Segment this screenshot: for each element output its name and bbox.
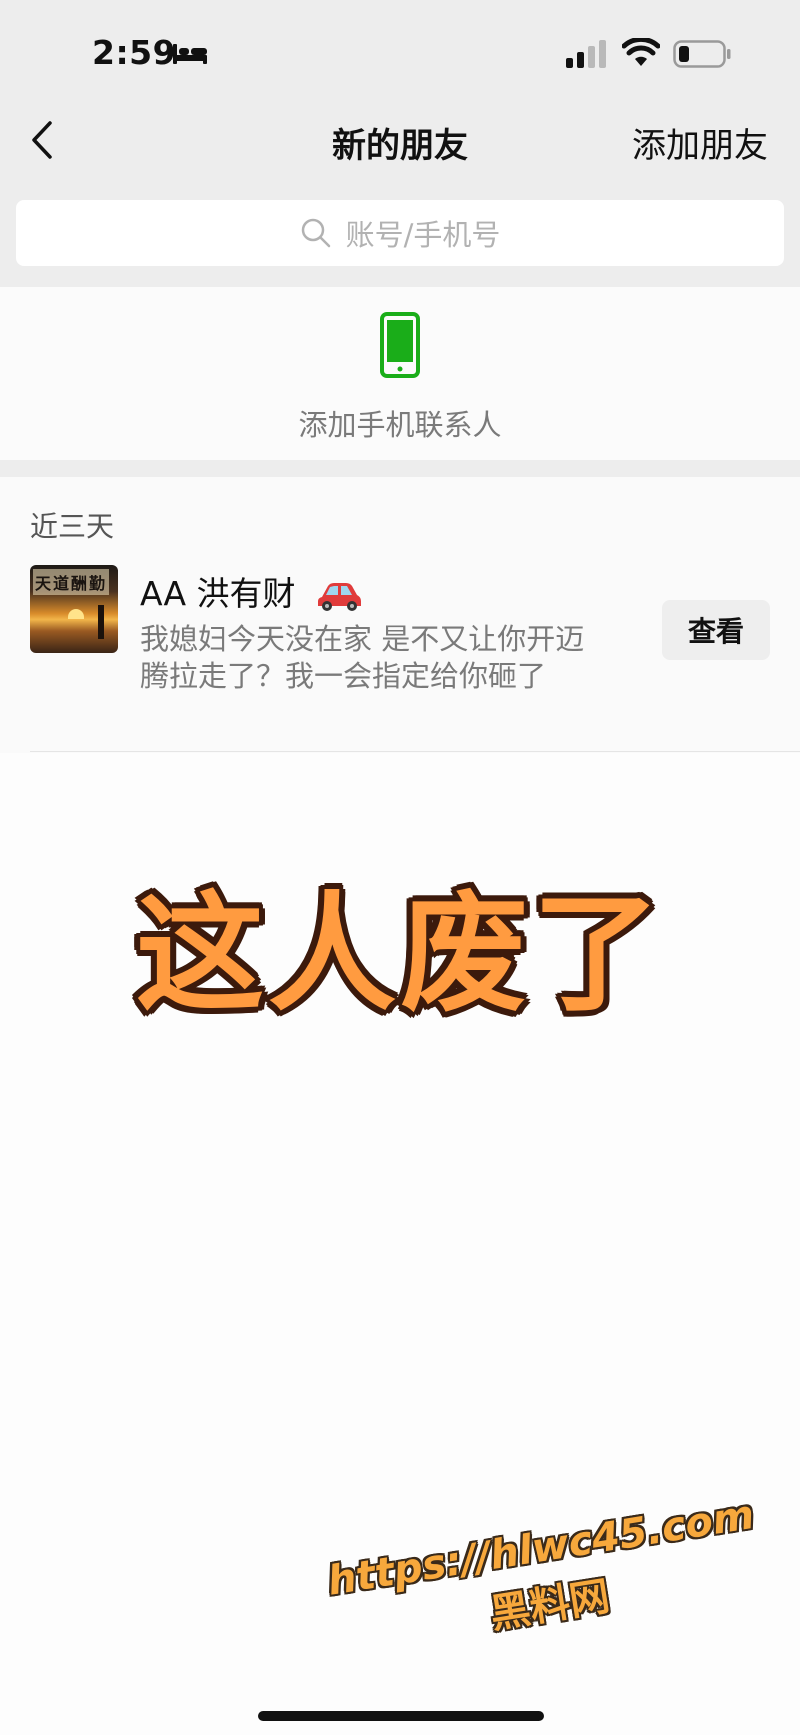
friend-name: AA 洪有财 bbox=[140, 567, 362, 615]
friend-request-message: 我媳妇今天没在家 是不又让你开迈腾拉走了？我一会指定给你砸了 bbox=[140, 622, 585, 693]
bed-icon bbox=[173, 44, 207, 64]
home-indicator bbox=[258, 1711, 544, 1721]
red-car-icon bbox=[318, 582, 362, 611]
avatar[interactable]: 天道酬勤 bbox=[30, 565, 118, 653]
watermark: https://hlwc45.com 黑料网 bbox=[320, 1491, 776, 1698]
chevron-left-icon bbox=[32, 121, 52, 159]
search-icon bbox=[301, 218, 330, 248]
app-screen: 2:59 新的朋友 添加朋友 账号/手机号 添加手机联系人 近三天 天道酬勤 A… bbox=[0, 0, 800, 1735]
search-placeholder: 账号/手机号 bbox=[345, 218, 501, 252]
status-bar: 2:59 bbox=[0, 0, 800, 100]
item-divider bbox=[30, 751, 800, 752]
section-divider bbox=[0, 460, 800, 477]
add-phone-contacts-button[interactable]: 添加手机联系人 bbox=[0, 287, 800, 460]
overlay-caption: 这人废了 bbox=[135, 880, 664, 1029]
add-friend-button[interactable]: 添加朋友 bbox=[632, 118, 768, 167]
avatar-sun bbox=[68, 609, 84, 619]
add-phone-contacts-label: 添加手机联系人 bbox=[298, 408, 502, 442]
phone-icon bbox=[380, 312, 420, 378]
nav-bar: 新的朋友 添加朋友 bbox=[0, 100, 800, 180]
recent-section: 近三天 天道酬勤 AA 洪有财 我媳妇今天没在家 是不又让你开迈腾拉走了？我一会… bbox=[0, 477, 800, 753]
signal-icon bbox=[566, 40, 606, 68]
search-input[interactable]: 账号/手机号 bbox=[16, 200, 784, 266]
wifi-icon bbox=[622, 38, 660, 66]
view-button[interactable]: 查看 bbox=[662, 600, 770, 660]
avatar-text: 天道酬勤 bbox=[33, 569, 110, 595]
battery-icon bbox=[673, 40, 731, 68]
back-button[interactable] bbox=[22, 115, 62, 165]
section-header: 近三天 bbox=[30, 510, 115, 543]
friend-name-text: AA 洪有财 bbox=[140, 574, 296, 613]
avatar-cactus bbox=[98, 605, 104, 639]
friend-request-item[interactable]: 天道酬勤 AA 洪有财 我媳妇今天没在家 是不又让你开迈腾拉走了？我一会指定给你… bbox=[0, 565, 800, 752]
status-time: 2:59 bbox=[92, 33, 177, 72]
